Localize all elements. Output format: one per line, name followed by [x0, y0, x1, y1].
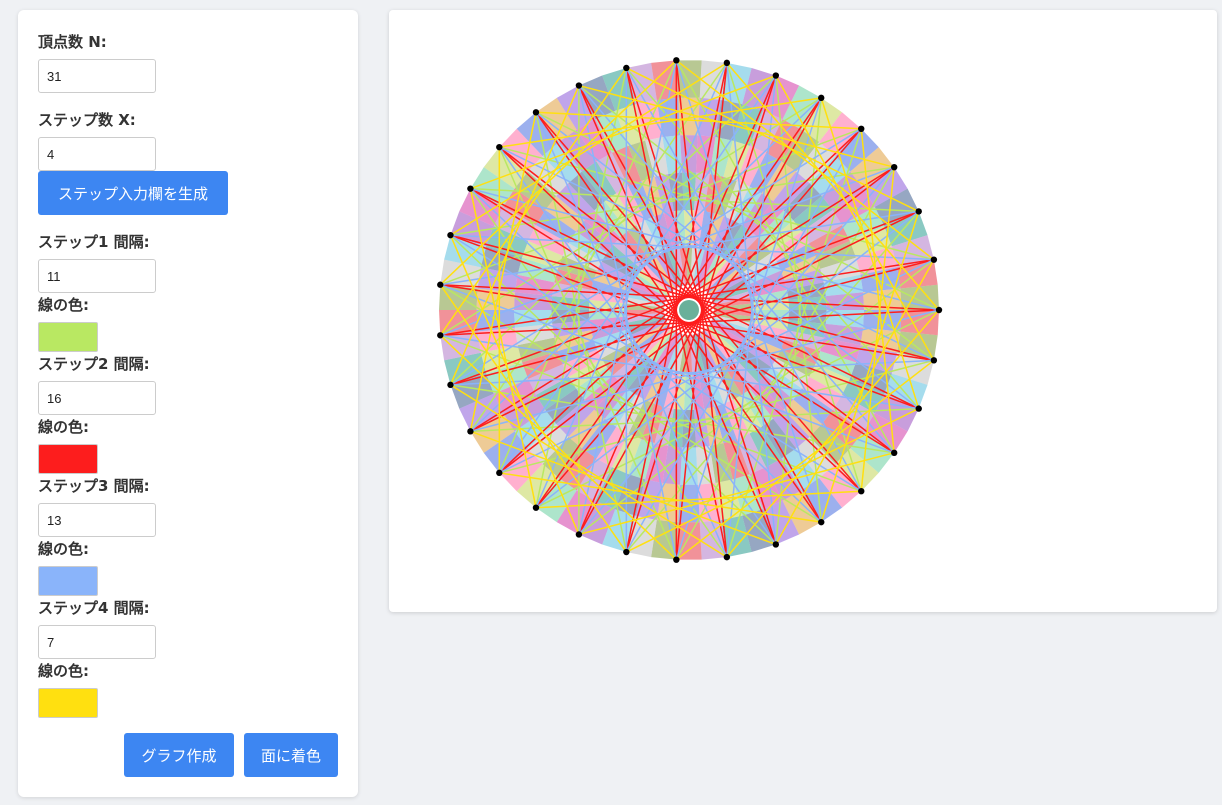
- graph-vertex: [437, 281, 444, 288]
- graph-vertex: [858, 125, 865, 133]
- step2-interval-input[interactable]: [38, 381, 156, 415]
- graph-vertex: [930, 357, 938, 364]
- step1-color-label: 線の色:: [38, 296, 89, 314]
- step1-color-picker[interactable]: [38, 322, 98, 352]
- graph-vertex: [575, 82, 583, 89]
- graph-vertex: [447, 381, 454, 389]
- step1-interval-input[interactable]: [38, 259, 156, 293]
- graph-vertex: [447, 231, 454, 239]
- vertex-count-input[interactable]: [38, 59, 156, 93]
- step4-color-label: 線の色:: [38, 662, 89, 680]
- graph-vertex: [915, 405, 922, 412]
- graph-vertex: [532, 109, 540, 116]
- graph-center-face: [679, 300, 699, 320]
- graph-vertex: [673, 556, 680, 563]
- graph-canvas-panel: [389, 10, 1217, 612]
- step-count-input[interactable]: [38, 137, 156, 171]
- graph-vertex: [532, 504, 540, 511]
- graph-vertex: [623, 64, 630, 72]
- color-faces-button[interactable]: 面に着色: [244, 733, 338, 777]
- star-polygon-graph[interactable]: [389, 10, 1217, 612]
- graph-vertex: [623, 548, 630, 556]
- step4-interval-label: ステップ4 間隔:: [38, 599, 150, 617]
- draw-graph-button[interactable]: グラフ作成: [124, 733, 234, 777]
- graph-face: [439, 310, 478, 336]
- step2-interval-label: ステップ2 間隔:: [38, 355, 150, 373]
- graph-vertex: [930, 256, 938, 263]
- step1-interval-label: ステップ1 間隔:: [38, 233, 150, 251]
- control-panel: 頂点数 N: ステップ数 X: ステップ入力欄を生成 ステップ1 間隔: 線の色…: [18, 10, 358, 797]
- graph-vertex: [772, 541, 780, 548]
- graph-vertex: [772, 72, 780, 79]
- step-count-label: ステップ数 X:: [38, 111, 136, 129]
- graph-vertex: [496, 143, 503, 151]
- graph-vertex: [915, 208, 922, 215]
- graph-vertex: [723, 553, 731, 561]
- graph-vertex: [890, 449, 898, 457]
- generate-step-inputs-button[interactable]: ステップ入力欄を生成: [38, 171, 228, 215]
- graph-vertex: [467, 185, 474, 192]
- step3-color-label: 線の色:: [38, 540, 89, 558]
- graph-vertex: [818, 518, 825, 526]
- graph-vertex: [858, 487, 865, 495]
- graph-vertex: [935, 306, 943, 314]
- graph-vertex: [496, 469, 503, 477]
- step2-color-picker[interactable]: [38, 444, 98, 474]
- graph-vertex: [890, 163, 898, 171]
- vertex-count-label: 頂点数 N:: [38, 33, 107, 51]
- graph-vertex: [437, 332, 444, 339]
- graph-vertex: [818, 94, 825, 102]
- step4-color-picker[interactable]: [38, 688, 98, 718]
- graph-vertex: [575, 531, 583, 538]
- graph-vertex: [723, 59, 731, 67]
- step3-interval-input[interactable]: [38, 503, 156, 537]
- step4-interval-input[interactable]: [38, 625, 156, 659]
- step2-color-label: 線の色:: [38, 418, 89, 436]
- step3-interval-label: ステップ3 間隔:: [38, 477, 150, 495]
- graph-face: [439, 284, 478, 310]
- graph-vertex: [673, 57, 680, 64]
- graph-vertex: [467, 428, 474, 435]
- step3-color-picker[interactable]: [38, 566, 98, 596]
